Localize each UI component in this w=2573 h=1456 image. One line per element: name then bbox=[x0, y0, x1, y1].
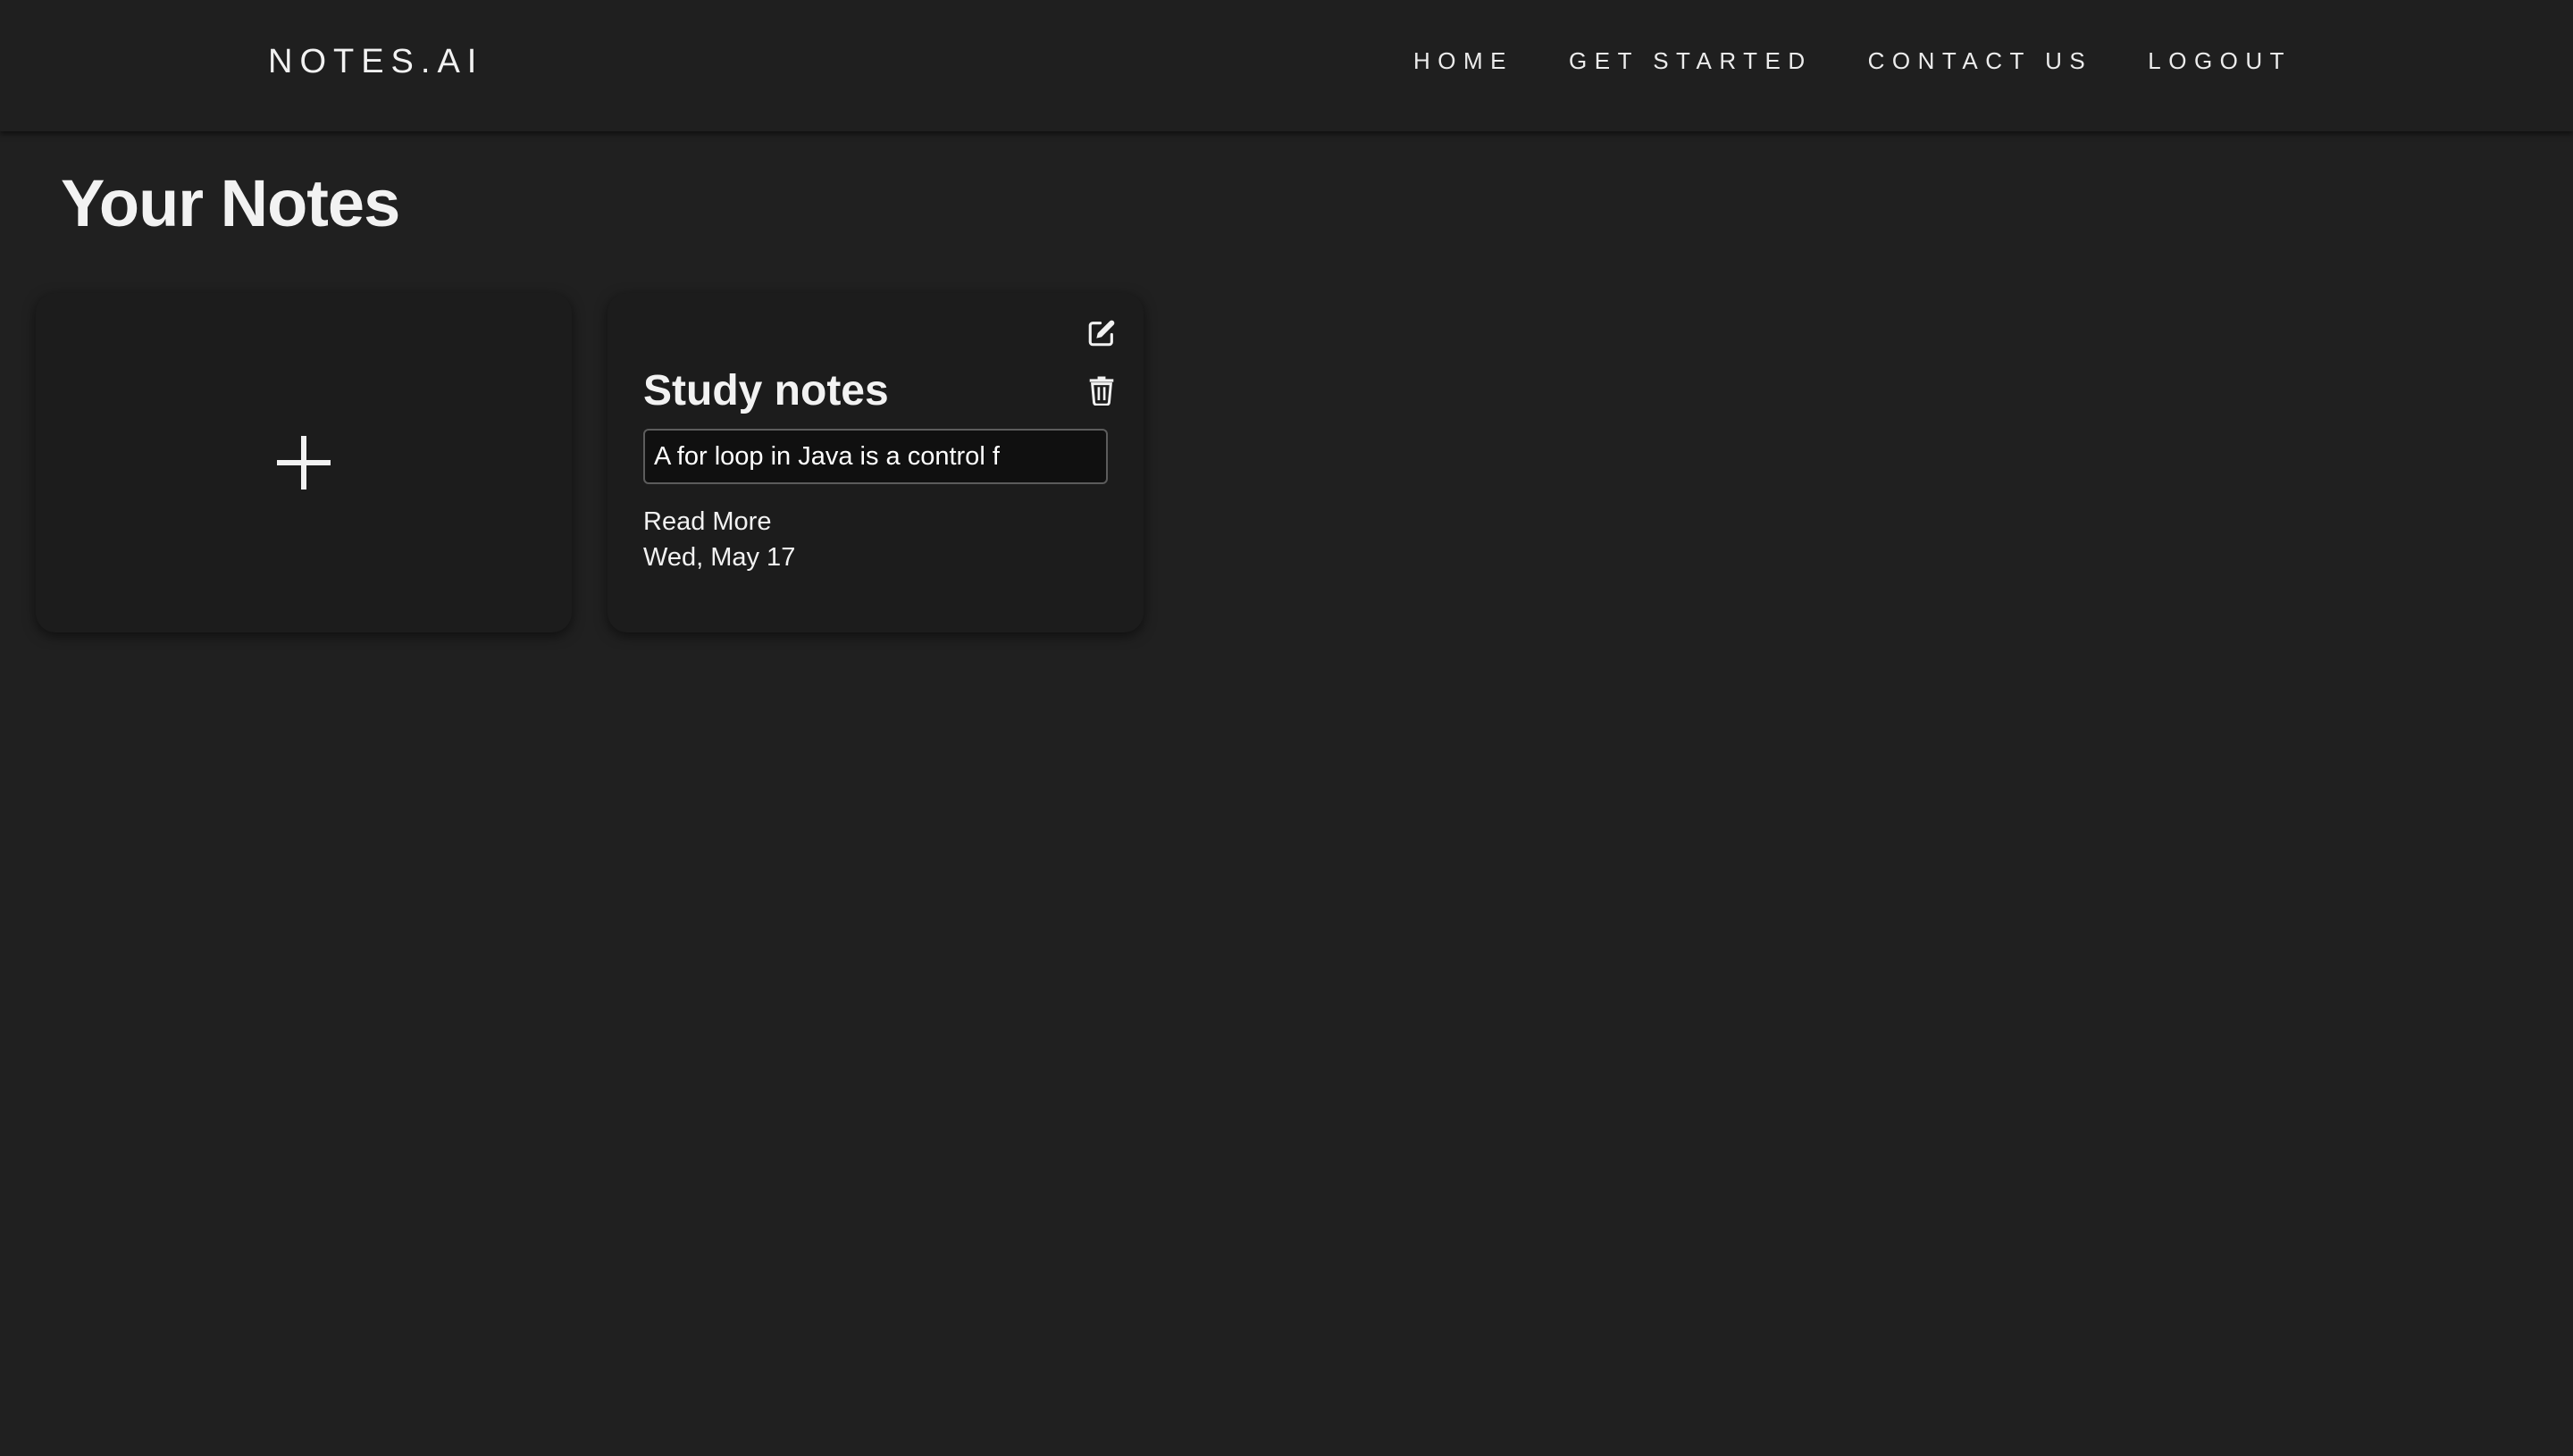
note-title: Study notes bbox=[643, 367, 889, 414]
nav-contact-us-link[interactable]: CONTACT US bbox=[1868, 45, 2093, 77]
nav-get-started-link[interactable]: GET STARTED bbox=[1569, 45, 1813, 77]
plus-icon[interactable] bbox=[277, 436, 331, 490]
page-title: Your Notes bbox=[61, 166, 400, 240]
top-navbar: NOTES.AI HOME GET STARTED CONTACT US LOG… bbox=[0, 0, 2573, 131]
nav-home-link[interactable]: HOME bbox=[1413, 45, 1513, 77]
note-date: Wed, May 17 bbox=[643, 543, 796, 572]
brand-logo[interactable]: NOTES.AI bbox=[268, 39, 483, 84]
nav-links: HOME GET STARTED CONTACT US LOGOUT bbox=[1413, 45, 2292, 77]
note-card: Study notes Read More Wed, May 17 bbox=[608, 293, 1144, 632]
trash-icon[interactable] bbox=[1088, 375, 1115, 406]
add-note-card[interactable] bbox=[36, 293, 572, 632]
nav-logout-link[interactable]: LOGOUT bbox=[2148, 45, 2292, 77]
read-more-link[interactable]: Read More bbox=[643, 506, 771, 538]
note-preview-field[interactable] bbox=[643, 429, 1108, 484]
edit-icon[interactable] bbox=[1086, 318, 1117, 348]
